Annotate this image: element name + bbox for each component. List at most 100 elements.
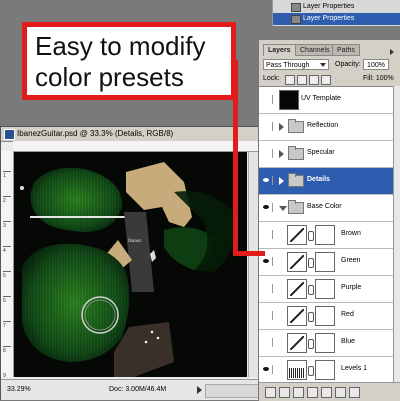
lock-label: Lock: <box>263 75 280 82</box>
history-row[interactable]: Layer Properties <box>273 1 400 13</box>
history-row-selected[interactable]: Layer Properties <box>273 13 400 25</box>
curves-icon <box>290 282 304 296</box>
tab-layers[interactable]: Layers <box>263 44 296 56</box>
collapse-arrow-icon[interactable] <box>279 206 287 211</box>
mask-thumbnail[interactable] <box>315 252 335 272</box>
document-horizontal-scrollbar[interactable] <box>205 384 259 398</box>
visibility-toggle[interactable] <box>262 176 273 185</box>
status-menu-arrow-icon[interactable] <box>197 386 202 394</box>
image-canvas[interactable]: Ibanez <box>14 152 247 377</box>
mask-thumbnail[interactable] <box>315 279 335 299</box>
visibility-toggle[interactable] <box>262 311 273 320</box>
expand-arrow-icon[interactable] <box>279 123 284 131</box>
layer-row[interactable]: Green <box>259 249 393 276</box>
curves-icon <box>290 309 304 323</box>
link-icon[interactable] <box>308 285 314 295</box>
layer-name: Base Color <box>307 203 342 210</box>
layer-name: Levels 1 <box>341 365 368 372</box>
ruler-number: 6 <box>3 298 6 304</box>
layer-name: Blue <box>341 338 356 345</box>
layer-row[interactable]: Red <box>259 303 393 330</box>
photoshop-document-icon <box>4 129 15 140</box>
visibility-toggle[interactable] <box>262 149 273 158</box>
adjustment-thumbnail <box>287 252 307 272</box>
history-row-label: Layer Properties <box>303 15 355 22</box>
eye-icon <box>263 178 269 182</box>
layer-row[interactable]: Levels 1 <box>259 357 393 383</box>
link-icon[interactable] <box>308 339 314 349</box>
mask-thumbnail[interactable] <box>315 333 335 353</box>
link-icon[interactable] <box>308 366 314 376</box>
layer-row[interactable]: Brown <box>259 222 393 249</box>
link-layers-icon[interactable] <box>265 387 276 398</box>
ruler-tick <box>3 271 11 272</box>
trash-icon[interactable] <box>349 387 360 398</box>
link-icon[interactable] <box>308 258 314 268</box>
lock-image-icon[interactable] <box>297 75 307 85</box>
fill-field[interactable]: Fill: 100% <box>363 74 394 84</box>
eye-icon <box>263 259 269 263</box>
layer-style-icon[interactable] <box>279 387 290 398</box>
ruler-top <box>13 141 261 152</box>
document-status-bar: 33.29% Doc: 3.00M/46.4M <box>1 379 261 400</box>
ruler-number: 8 <box>3 348 6 354</box>
mask-thumbnail[interactable] <box>315 225 335 245</box>
document-titlebar[interactable]: IbanezGuitar.psd @ 33.3% (Details, RGB/8… <box>1 127 261 142</box>
canvas-brand-text: Ibanez <box>128 239 142 244</box>
mask-thumbnail[interactable] <box>315 306 335 326</box>
layer-icon <box>291 3 301 12</box>
layer-name: Purple <box>341 284 362 291</box>
eye-icon <box>263 205 269 209</box>
link-icon[interactable] <box>308 231 314 241</box>
opacity-field[interactable]: 100% <box>363 59 389 70</box>
layer-name: Brown <box>341 230 361 237</box>
ruler-tick <box>3 171 11 172</box>
layer-row[interactable]: Reflection <box>259 114 393 141</box>
expand-arrow-icon[interactable] <box>279 150 284 158</box>
history-panel: Layer Properties Layer Properties <box>272 0 400 26</box>
visibility-toggle[interactable] <box>262 284 273 293</box>
expand-arrow-icon[interactable] <box>279 177 284 185</box>
layer-icon <box>291 15 301 24</box>
visibility-toggle[interactable] <box>262 230 273 239</box>
ruler-number: 5 <box>3 273 6 279</box>
add-mask-icon[interactable] <box>293 387 304 398</box>
layers-scrollbar[interactable] <box>393 86 400 382</box>
layer-row[interactable]: Purple <box>259 276 393 303</box>
layers-panel: Layers Channels Paths Pass Through Opaci… <box>258 40 400 401</box>
visibility-toggle[interactable] <box>262 365 273 374</box>
layer-row[interactable]: UV Template <box>259 87 393 114</box>
folder-icon <box>288 173 304 187</box>
layer-row[interactable]: Specular <box>259 141 393 168</box>
zoom-readout[interactable]: 33.29% <box>7 380 31 400</box>
callout-arrow-horizontal <box>233 251 265 256</box>
layer-row[interactable]: Base Color <box>259 195 393 222</box>
guitar-uv-texture: Ibanez <box>20 162 235 377</box>
layer-row[interactable]: Blue <box>259 330 393 357</box>
link-icon[interactable] <box>308 312 314 322</box>
visibility-toggle[interactable] <box>262 95 273 104</box>
tab-channels[interactable]: Channels <box>295 44 335 56</box>
tab-paths[interactable]: Paths <box>332 44 360 56</box>
visibility-toggle[interactable] <box>262 203 273 212</box>
curves-icon <box>290 336 304 350</box>
lock-all-icon[interactable] <box>321 75 331 85</box>
new-group-icon[interactable] <box>321 387 332 398</box>
visibility-toggle[interactable] <box>262 257 273 266</box>
layer-name: Green <box>341 257 361 264</box>
visibility-toggle[interactable] <box>262 122 273 131</box>
ruler-tick <box>3 246 11 247</box>
layer-row-selected[interactable]: Details <box>259 168 393 195</box>
visibility-toggle[interactable] <box>262 338 273 347</box>
folder-icon <box>288 200 304 214</box>
blend-mode-select[interactable]: Pass Through <box>263 59 329 70</box>
panel-menu-icon[interactable] <box>390 49 394 55</box>
ruler-tick <box>3 321 11 322</box>
new-layer-icon[interactable] <box>335 387 346 398</box>
lock-transparency-icon[interactable] <box>285 75 295 85</box>
mask-thumbnail[interactable] <box>315 360 335 380</box>
new-adjustment-icon[interactable] <box>307 387 318 398</box>
curves-icon <box>290 255 304 269</box>
callout-text: Easy to modify color presets <box>35 31 206 92</box>
lock-position-icon[interactable] <box>309 75 319 85</box>
